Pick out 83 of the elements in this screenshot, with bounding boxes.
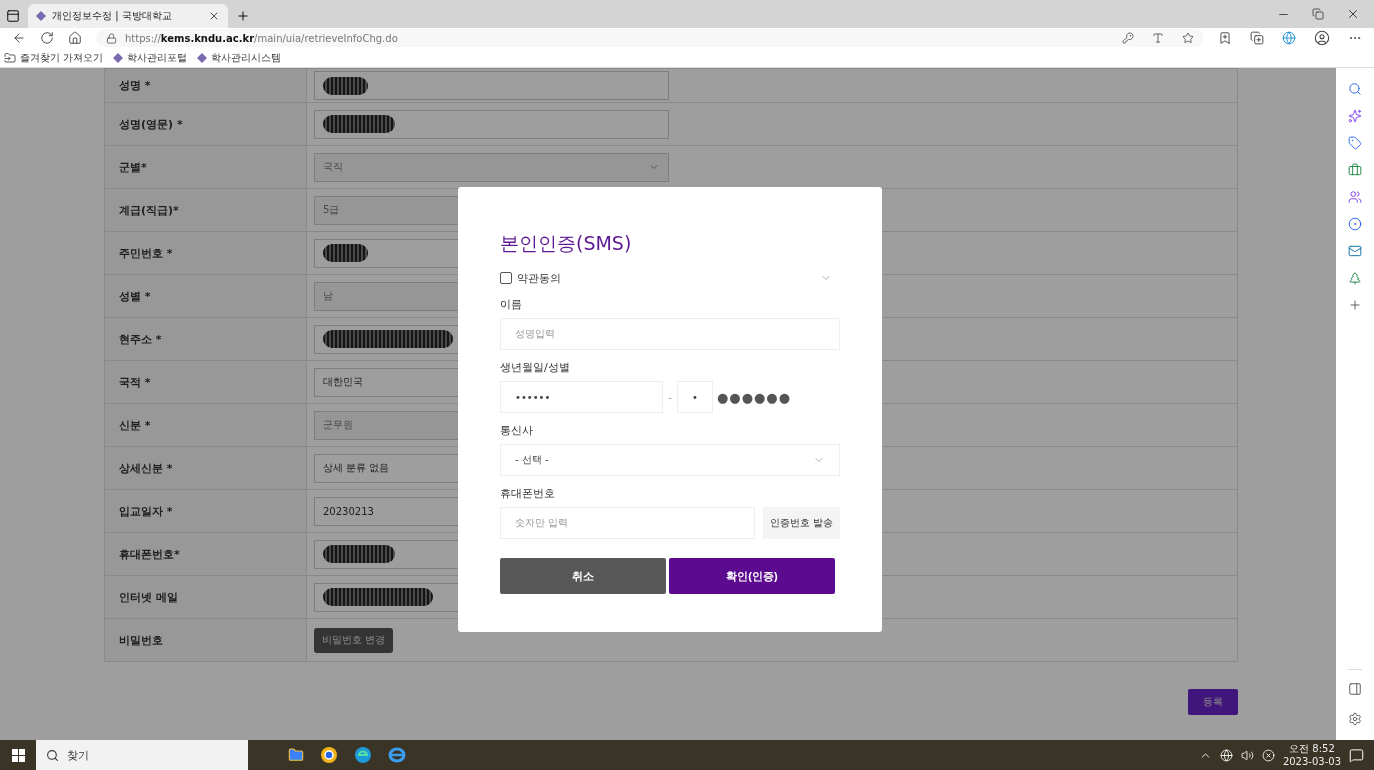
volume-icon[interactable] (1240, 748, 1254, 762)
checkbox-square[interactable] (500, 272, 512, 284)
field-label: 현주소 * (105, 318, 307, 360)
import-icon (4, 51, 16, 64)
bookmark-link[interactable]: 학사관리시스템 (197, 50, 282, 65)
close-icon[interactable] (1346, 7, 1360, 21)
taskbar-search[interactable]: 찾기 (36, 740, 248, 770)
site-favicon-icon (113, 52, 124, 63)
field-label: 상세신분 * (105, 447, 307, 489)
browser-logo-icon[interactable] (1282, 31, 1296, 45)
field-label: 군별* (105, 146, 307, 188)
browser-tab[interactable]: 개인정보수정 | 국방대학교 (28, 4, 228, 28)
close-icon[interactable] (208, 10, 220, 22)
favorites-icon[interactable] (1218, 31, 1232, 45)
field-label: 비밀번호 (105, 619, 307, 661)
site-favicon-icon (197, 52, 208, 63)
lock-icon[interactable] (106, 32, 117, 44)
tag-icon[interactable] (1348, 136, 1362, 150)
key-icon[interactable] (1122, 32, 1134, 44)
refresh-icon[interactable] (40, 31, 54, 45)
cancel-button[interactable]: 취소 (500, 558, 666, 594)
change-password-button[interactable]: 비밀번호 변경 (314, 627, 393, 653)
settings-icon[interactable] (1348, 712, 1362, 726)
profile-icon[interactable] (1314, 30, 1330, 46)
briefcase-icon[interactable] (1348, 163, 1362, 177)
field-label: 휴대폰번호 (500, 486, 556, 501)
field-label: 이름 (500, 297, 523, 312)
star-icon[interactable] (1182, 32, 1194, 44)
collections-icon[interactable] (1250, 31, 1264, 45)
field-label: 입교일자 * (105, 490, 307, 532)
new-tab-icon[interactable] (236, 9, 250, 23)
dash-separator: - (667, 391, 673, 403)
url-text[interactable]: https://kems.kndu.ac.kr/main/uia/retrieveInfoChg.do (125, 32, 398, 44)
confirm-button[interactable]: 확인(인증) (669, 558, 835, 594)
circle-icon[interactable] (1348, 217, 1362, 231)
browser-icon[interactable] (354, 746, 372, 764)
carrier-select[interactable]: - 선택 - (500, 444, 840, 476)
windows-logo-icon[interactable] (11, 748, 25, 762)
redaction-scribble (323, 545, 395, 563)
search-icon (46, 748, 59, 762)
sidebar-icon[interactable] (1348, 682, 1362, 696)
browser-icon[interactable] (320, 746, 338, 764)
agree-checkbox[interactable]: 약관동의 (500, 270, 561, 286)
redaction-scribble (323, 244, 368, 262)
clock[interactable]: 오전 8:52 2023-03-03 (1282, 742, 1341, 768)
input-field[interactable] (314, 71, 669, 100)
field-label: 생년월일/성별 (500, 360, 571, 375)
read-aloud-icon[interactable] (1152, 32, 1164, 44)
tree-icon[interactable] (1348, 271, 1362, 285)
input-field[interactable] (314, 109, 669, 139)
field-label: 주민번호 * (105, 232, 307, 274)
register-button[interactable]: 등록 (1188, 689, 1238, 715)
field-label: 성명 * (105, 69, 307, 102)
field-label: 성명(영문) * (105, 103, 307, 145)
home-icon[interactable] (68, 31, 82, 45)
back-icon[interactable] (12, 31, 26, 45)
dialog-title: 본인인증(SMS) (500, 231, 633, 256)
redaction-scribble (323, 76, 368, 95)
network-icon[interactable] (1219, 748, 1233, 762)
bookmark-link[interactable]: 즐겨찾기 가져오기 (4, 50, 104, 65)
field-label: 계급(직급)* (105, 189, 307, 231)
sparkle-icon[interactable] (1348, 109, 1362, 123)
search-icon[interactable] (1348, 82, 1362, 96)
bookmark-link[interactable]: 학사관리포털 (113, 50, 188, 65)
send-code-button[interactable]: 인증번호 발송 (763, 507, 840, 539)
folder-icon[interactable] (288, 747, 304, 763)
field-label: 휴대폰번호* (105, 533, 307, 575)
site-favicon-icon (36, 11, 46, 21)
notification-icon[interactable] (1349, 747, 1364, 763)
field-label: 성별 * (105, 275, 307, 317)
status-icon[interactable] (1261, 748, 1275, 762)
field-label: 인터넷 메일 (105, 576, 307, 618)
field-label: 신분 * (105, 404, 307, 446)
redaction-scribble (323, 115, 395, 133)
birthdate-input[interactable]: •••••• (500, 381, 663, 413)
people-icon[interactable] (1348, 190, 1362, 204)
mail-icon[interactable] (1348, 244, 1362, 258)
gender-digit-input[interactable]: • (677, 381, 713, 413)
field-label: 통신사 (500, 423, 534, 438)
tab-actions-icon[interactable] (6, 9, 20, 23)
restore-icon[interactable] (1312, 8, 1324, 20)
field-label: 국적 * (105, 361, 307, 403)
masked-digits: ●●●●●● (717, 389, 792, 405)
